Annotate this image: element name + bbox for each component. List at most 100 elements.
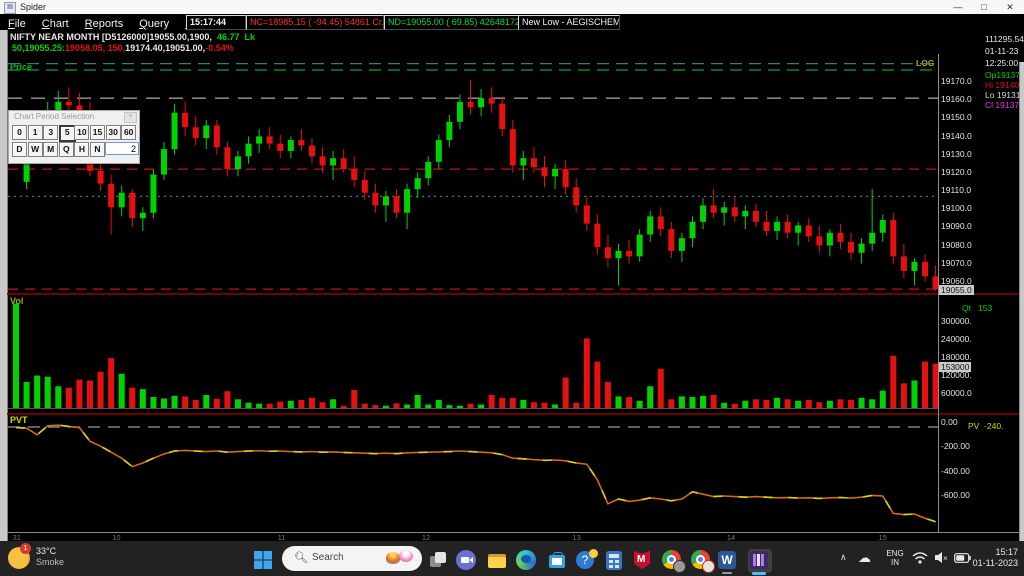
price-tick-19150.0: 19150.0 — [941, 112, 972, 122]
clock-display: 15:17:44 — [186, 15, 246, 30]
price-tick-19110.0: 19110.0 — [941, 185, 971, 195]
taskbar-icon-chrome-profile-1[interactable] — [661, 549, 685, 573]
period-button-10[interactable]: 10 — [74, 125, 89, 140]
taskbar-icon-search-highlights[interactable]: ? — [575, 549, 599, 573]
vertical-scrollbar[interactable] — [1019, 62, 1024, 567]
menu-file[interactable]: File — [0, 17, 34, 30]
info-qty: Qt 153 — [962, 303, 992, 313]
search-icon: 🔍︎ — [294, 551, 308, 564]
taskbar-icon-spider-app[interactable] — [748, 549, 772, 573]
close-button[interactable]: ✕ — [998, 0, 1022, 14]
period-button-W[interactable]: W — [28, 142, 43, 157]
notification-badge: 1 — [20, 543, 31, 554]
tray-chevron-icon[interactable]: ∧ — [840, 552, 847, 563]
search-input[interactable]: 🔍︎ Search — [282, 546, 422, 571]
tray-time: 15:17 — [968, 547, 1018, 558]
chart-header-line1: NIFTY NEAR MONTH [D5126000]19055.00,1900… — [10, 32, 255, 42]
price-tick-19090.0: 19090.0 — [941, 221, 972, 231]
period-button-M[interactable]: M — [43, 142, 58, 157]
menu-query[interactable]: Query — [131, 17, 177, 30]
current-price-box: 19055.0 — [939, 285, 974, 295]
diya-decoration-icon — [386, 552, 400, 564]
volume-pvt-separator — [7, 413, 1019, 415]
new-low-alert: New Low - AEGISCHEM — [518, 15, 620, 30]
dialog-title: Chart Period Selection — [14, 112, 94, 121]
taskbar-icon-chrome-profile-2[interactable] — [690, 549, 714, 573]
price-tick-19070.0: 19070.0 — [941, 258, 972, 268]
taskbar-icon-store[interactable] — [546, 549, 570, 573]
period-button-H[interactable]: H — [74, 142, 89, 157]
period-button-3[interactable]: 3 — [43, 125, 58, 140]
taskbar-icon-task-view[interactable] — [426, 549, 450, 573]
weather-condition: Smoke — [36, 557, 64, 567]
taskbar-icon-word[interactable]: W — [716, 549, 740, 573]
taskbar-icon-calculator[interactable] — [603, 549, 627, 573]
taskbar-icon-chat[interactable] — [455, 549, 479, 573]
onedrive-cloud-icon[interactable]: ☁ — [858, 550, 871, 566]
app-title: Spider — [20, 2, 46, 12]
period-button-Q[interactable]: Q — [59, 142, 74, 157]
pvt-tick--200.00: -200.00 — [941, 441, 970, 451]
volume-tick-180000.: 180000. — [941, 352, 972, 362]
period-button-30[interactable]: 30 — [106, 125, 121, 140]
pvt-tick--400.00: -400.00 — [941, 466, 970, 476]
lang-line1: ENG — [884, 549, 906, 558]
diya-decoration-icon2 — [399, 550, 413, 562]
chart-window: NIFTY NEAR MONTH [D5126000]19055.00,1900… — [0, 30, 1024, 541]
desktop-screen: III Spider — □ ✕ FileChartReportsQuery Se… — [0, 0, 1024, 576]
info-open: Op19137. — [985, 70, 1022, 80]
weather-widget[interactable]: 1 33°C Smoke — [6, 546, 126, 572]
period-button-N[interactable]: N — [90, 142, 105, 157]
pvt-tick-0.00: 0.00 — [941, 417, 958, 427]
price-tick-19120.0: 19120.0 — [941, 167, 972, 177]
price-tick-19060.0: 19060.0 — [941, 276, 972, 286]
period-button-D[interactable]: D — [12, 142, 27, 157]
volume-tick-60000.0: 60000.0 — [941, 388, 972, 398]
info-turnover: 111295.54 — [985, 34, 1024, 44]
tray-clock[interactable]: 15:17 01-11-2023 — [968, 547, 1018, 569]
info-pv: PV -240. — [968, 421, 1003, 431]
chart-bottom-border — [7, 532, 1019, 533]
period-button-15[interactable]: 15 — [90, 125, 105, 140]
price-volume-separator — [7, 293, 1019, 295]
price-candlestick-chart[interactable] — [8, 54, 938, 293]
period-button-5[interactable]: 5 — [59, 125, 76, 142]
pvt-line-chart[interactable] — [8, 416, 938, 532]
start-button[interactable] — [252, 549, 276, 573]
info-high: Hi 19140. — [985, 80, 1021, 90]
info-time: 12:25:00 — [985, 58, 1018, 68]
maximize-button[interactable]: □ — [972, 0, 996, 14]
price-tick-19130.0: 19130.0 — [941, 149, 972, 159]
taskbar-icon-file-explorer[interactable] — [486, 549, 510, 573]
price-tick-19140.0: 19140.0 — [941, 131, 972, 141]
window-left-frame — [0, 30, 8, 541]
volume-bar-chart[interactable] — [8, 296, 938, 412]
period-button-1[interactable]: 1 — [28, 125, 43, 140]
app-title-bar: III Spider — □ ✕ — [0, 0, 1024, 14]
lang-line2: IN — [884, 558, 906, 567]
volume-tick-300000.: 300000. — [941, 316, 972, 326]
chart-period-dialog[interactable]: Chart Period Selection × 013510153060 DW… — [8, 110, 140, 164]
period-button-60[interactable]: 60 — [121, 125, 136, 140]
svg-text:×: × — [943, 554, 948, 563]
minimize-button[interactable]: — — [946, 0, 970, 14]
language-indicator[interactable]: ENGIN — [884, 549, 906, 567]
period-button-0[interactable]: 0 — [12, 125, 27, 140]
volume-tick-120000.: 120000. — [941, 370, 972, 380]
dialog-close-icon[interactable]: × — [124, 112, 137, 123]
search-placeholder: Search — [312, 552, 344, 563]
menu-chart[interactable]: Chart — [34, 17, 77, 30]
volume-tick-240000.: 240000. — [941, 334, 972, 344]
taskbar-icon-edge[interactable] — [515, 549, 539, 573]
taskbar-icon-mcafee[interactable]: M — [631, 549, 655, 573]
weather-temp: 33°C — [36, 546, 56, 556]
price-tick-19100.0: 19100.0 — [941, 203, 972, 213]
ticker-nc: NC=18985.15 ( -94.45) 54861 Cr. — [246, 15, 384, 30]
pvt-tick--600.00: -600.00 — [941, 490, 970, 500]
price-tick-19170.0: 19170.0 — [941, 76, 972, 86]
ticker-nd: ND=19055.00 ( 69.85) 42648172 Cr. — [384, 15, 520, 30]
period-value-input[interactable] — [105, 142, 139, 155]
tray-date: 01-11-2023 — [968, 558, 1018, 569]
menu-reports[interactable]: Reports — [77, 17, 132, 30]
price-tick-19080.0: 19080.0 — [941, 240, 972, 250]
